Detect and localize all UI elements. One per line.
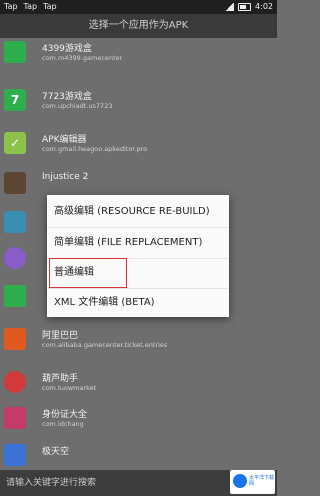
status-indicators: 4:02 — [225, 0, 273, 14]
app-name: 葫芦助手 — [42, 374, 79, 384]
list-item[interactable]: ✓ APK编辑器 com.gmail.heagoo.apkeditor.pro — [0, 129, 277, 159]
list-item[interactable]: 极天空 — [0, 441, 277, 471]
status-bar: Tap Tap Tap 4:02 — [0, 0, 277, 14]
app-icon — [4, 211, 26, 233]
notification-label-1: Tap — [4, 2, 18, 11]
app-icon — [4, 371, 26, 393]
watermark-text: 太平洋下载网 — [249, 475, 275, 487]
app-name: Injustice 2 — [42, 172, 89, 182]
list-item[interactable]: 阿里巴巴 com.alibaba.gamecenter.ticket.entri… — [0, 325, 277, 355]
notification-label-2: Tap — [23, 2, 38, 11]
app-package: com.gmail.heagoo.apkeditor.pro — [42, 145, 148, 153]
app-icon — [4, 41, 26, 63]
edit-mode-menu: 高级编辑 (RESOURCE RE-BUILD) 简单编辑 (FILE REPL… — [47, 195, 229, 317]
app-icon — [4, 172, 26, 194]
app-icon: 7 — [4, 89, 26, 111]
app-name: 4399游戏盒 — [42, 44, 92, 54]
watermark-logo: 太平洋下载网 — [230, 470, 275, 494]
app-package: com.luowmarket — [42, 384, 97, 392]
app-icon — [4, 407, 26, 429]
menu-item-simple-edit[interactable]: 简单编辑 (FILE REPLACEMENT) — [47, 228, 229, 258]
app-name: 7723游戏盒 — [42, 92, 92, 102]
app-package: com.alibaba.gamecenter.ticket.entries — [42, 341, 168, 349]
watermark-icon — [233, 474, 247, 488]
menu-item-xml-edit[interactable]: XML 文件编辑 (BETA) — [47, 288, 229, 318]
list-item[interactable]: 7 7723游戏盒 com.upchiadt.us7723 — [0, 86, 277, 116]
highlight-annotation — [49, 258, 127, 288]
list-item[interactable]: 身份证大全 com.idchang — [0, 404, 277, 434]
page-title: 选择一个应用作为APK — [0, 14, 277, 38]
app-name: APK编辑器 — [42, 135, 87, 145]
app-icon — [4, 247, 26, 269]
app-package: com.m4399.gamecenter — [42, 54, 123, 62]
status-notifications: Tap Tap Tap — [4, 0, 57, 14]
app-icon — [4, 285, 26, 307]
app-name: 身份证大全 — [42, 410, 88, 420]
battery-icon — [238, 3, 252, 11]
app-name: 极天空 — [42, 447, 70, 457]
app-icon: ✓ — [4, 132, 26, 154]
app-icon — [4, 444, 26, 466]
status-time: 4:02 — [255, 2, 273, 11]
app-package: com.idchang — [42, 420, 84, 428]
app-package: com.upchiadt.us7723 — [42, 102, 113, 110]
list-item[interactable]: 4399游戏盒 com.m4399.gamecenter — [0, 38, 277, 68]
signal-icon — [225, 3, 235, 11]
menu-item-full-edit[interactable]: 高级编辑 (RESOURCE RE-BUILD) — [47, 197, 229, 227]
notification-label-3: Tap — [43, 2, 57, 11]
app-name: 阿里巴巴 — [42, 331, 79, 341]
list-item[interactable]: 葫芦助手 com.luowmarket — [0, 368, 277, 398]
app-icon — [4, 328, 26, 350]
